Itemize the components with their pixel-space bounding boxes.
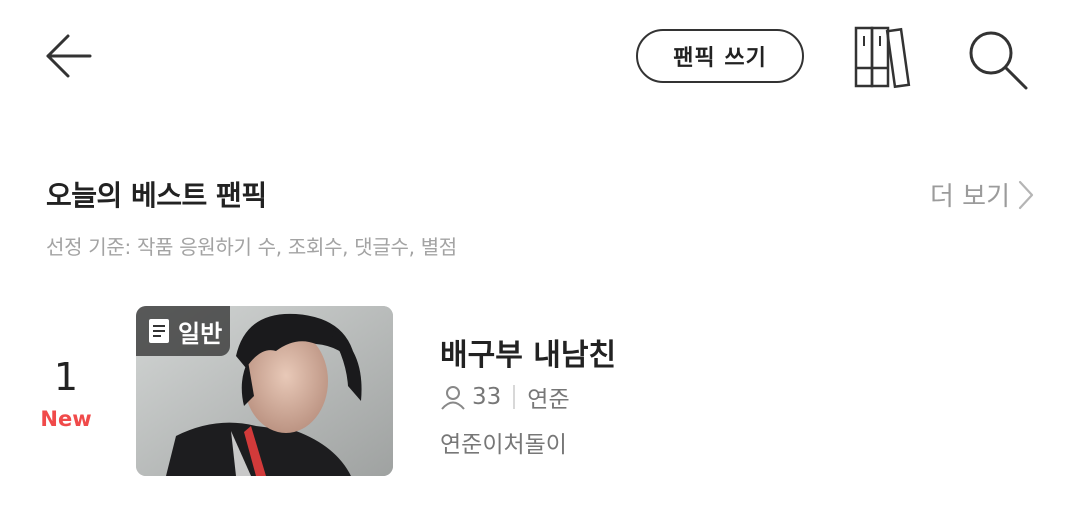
library-button[interactable] <box>852 24 920 90</box>
genre-tag: 일반 <box>136 306 230 356</box>
fanfic-title[interactable]: 배구부 내남친 <box>440 330 616 374</box>
top-bar: 팬픽 쓰기 <box>0 0 1080 120</box>
character-name: 연준 <box>527 387 570 413</box>
back-arrow-icon <box>46 34 92 78</box>
selection-criteria: 선정 기준: 작품 응원하기 수, 조회수, 댓글수, 별점 <box>46 235 457 259</box>
back-button[interactable] <box>40 28 100 88</box>
bookshelf-icon <box>854 26 911 89</box>
rank-number: 1 <box>53 355 79 399</box>
genre-label: 일반 <box>178 319 223 348</box>
more-link[interactable]: 더 보기 <box>930 176 1034 213</box>
author-name[interactable]: 연준이처돌이 <box>440 425 567 459</box>
section-title: 오늘의 베스트 팬픽 <box>46 179 267 212</box>
chevron-right-icon <box>1018 180 1034 209</box>
new-badge: New <box>40 407 92 431</box>
person-icon <box>441 386 465 410</box>
search-button[interactable] <box>964 26 1034 92</box>
supporter-count: 33 <box>472 384 502 410</box>
fanfic-meta: 33 연준 <box>440 380 570 414</box>
fanfic-thumbnail[interactable]: 일반 <box>136 306 393 476</box>
meta-divider <box>513 385 516 409</box>
rank-block: 1 New <box>40 355 92 431</box>
search-icon <box>969 31 1028 90</box>
document-icon <box>149 319 169 343</box>
write-fanfic-button[interactable]: 팬픽 쓰기 <box>636 29 804 83</box>
more-label: 더 보기 <box>929 182 1010 212</box>
